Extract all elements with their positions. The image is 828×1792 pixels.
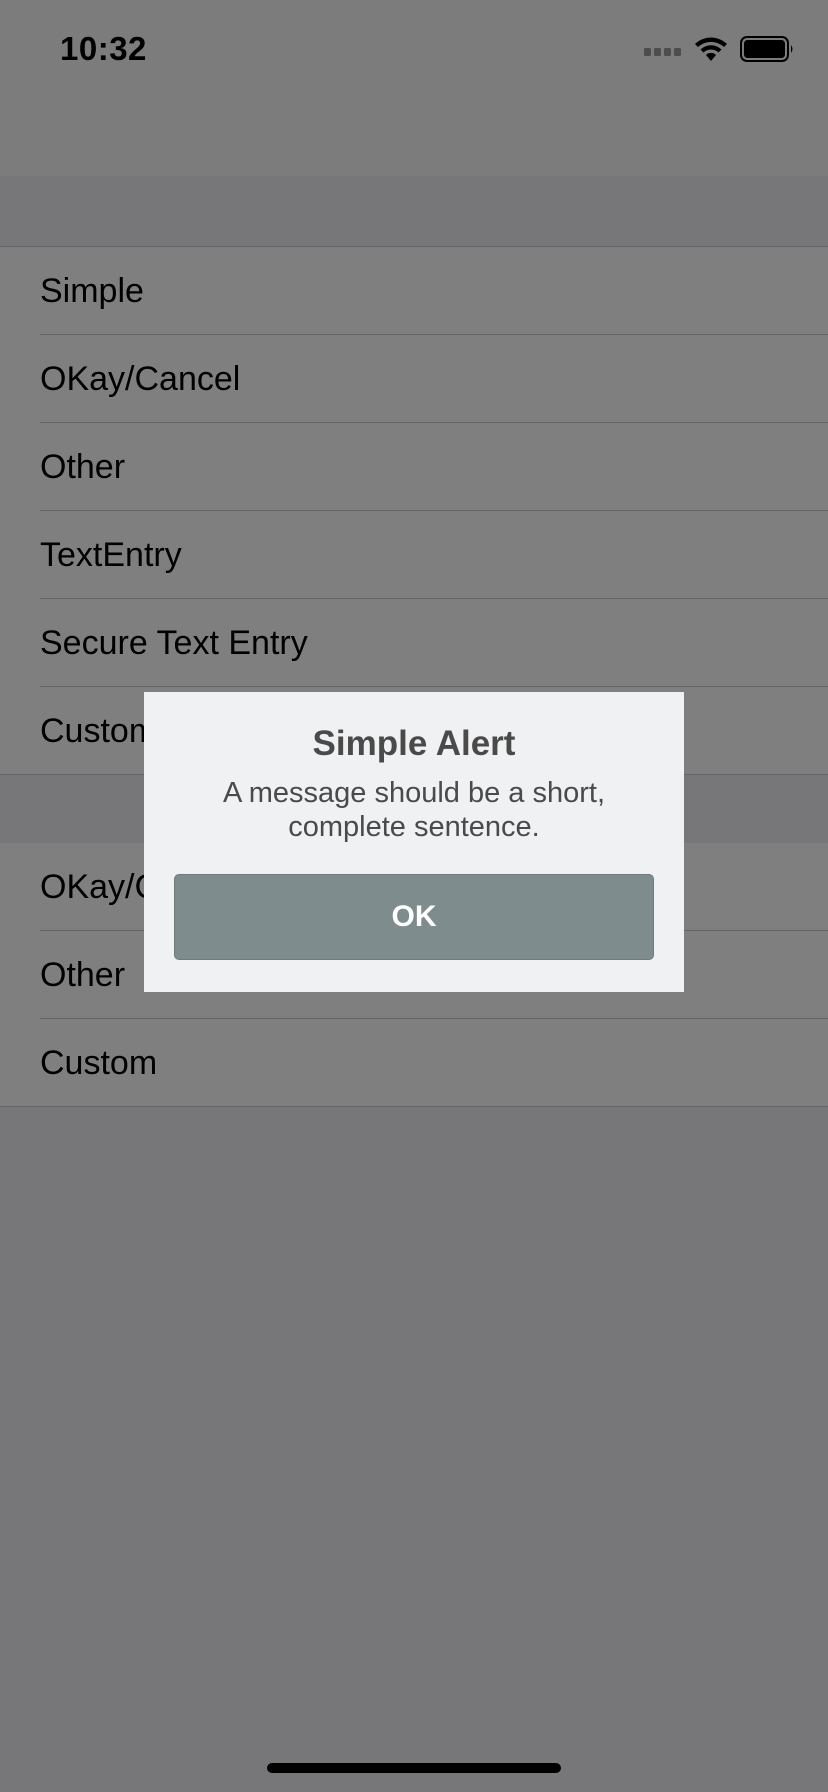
home-indicator[interactable] <box>267 1763 561 1773</box>
simple-alert-dialog: Simple Alert A message should be a short… <box>144 692 684 992</box>
ok-button[interactable]: OK <box>174 874 654 960</box>
app-screen: 10:32 <box>0 0 828 1792</box>
alert-message: A message should be a short, complete se… <box>222 777 606 843</box>
alert-title: Simple Alert <box>312 724 516 763</box>
